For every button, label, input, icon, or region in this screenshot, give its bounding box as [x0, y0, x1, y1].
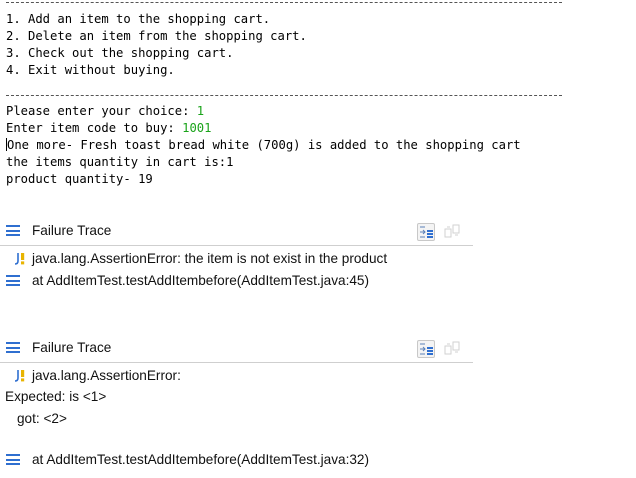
filter-stack-trace-button[interactable] — [417, 223, 435, 241]
failure-trace-title: Failure Trace — [32, 223, 112, 238]
hamburger-stack-icon — [6, 454, 20, 465]
hamburger-stack-icon — [6, 225, 20, 236]
choice-prompt: Please enter your choice: — [6, 104, 197, 118]
trace-frame: at AddItemTest.testAddItembefore(AddItem… — [32, 273, 369, 288]
trace-got: got: <2> — [17, 411, 67, 426]
separator-line — [6, 95, 562, 96]
hamburger-stack-icon — [6, 342, 20, 353]
choice-input: 1 — [196, 104, 205, 118]
compare-result-button[interactable] — [444, 340, 462, 358]
trace-error-row[interactable]: java.lang.AssertionError: the item is no… — [0, 249, 636, 269]
menu-option-3: 3. Check out the shopping cart. — [6, 46, 234, 60]
failure-trace-header: Failure Trace — [0, 221, 636, 241]
compare-result-button[interactable] — [444, 223, 462, 241]
choice-prompt-line: Please enter your choice: 1 — [6, 103, 204, 119]
separator-line — [6, 2, 562, 3]
trace-frame-row[interactable]: at AddItemTest.testAddItembefore(AddItem… — [0, 271, 636, 291]
trace-expected-row: Expected: is <1> — [0, 387, 636, 407]
failure-trace-title: Failure Trace — [32, 340, 112, 355]
menu-option-2: 2. Delete an item from the shopping cart… — [6, 29, 307, 43]
cart-quantity-line: the items quantity in cart is:1 — [6, 155, 234, 169]
compare-result-icon — [444, 341, 460, 355]
added-message-line: One more- Fresh toast bread white (700g)… — [6, 137, 521, 153]
failure-trace-header: Failure Trace — [0, 338, 636, 358]
added-message: One more- Fresh toast bread white (700g)… — [7, 138, 521, 152]
hamburger-stack-icon — [6, 275, 20, 286]
filter-stack-trace-icon — [420, 226, 433, 238]
code-prompt: Enter item code to buy: — [6, 121, 183, 135]
trace-expected: Expected: is <1> — [5, 389, 107, 404]
filter-stack-trace-button[interactable] — [417, 340, 435, 358]
trace-error-row[interactable]: java.lang.AssertionError: — [0, 366, 636, 386]
code-input: 1001 — [182, 121, 212, 135]
trace-got-row: got: <2> — [0, 409, 636, 429]
menu-option-1: 1. Add an item to the shopping cart. — [6, 12, 271, 26]
header-divider — [0, 362, 473, 363]
junit-error-icon — [14, 253, 25, 265]
trace-error-message: java.lang.AssertionError: the item is no… — [32, 251, 388, 266]
trace-frame-row[interactable]: at AddItemTest.testAddItembefore(AddItem… — [0, 450, 636, 470]
trace-error-message: java.lang.AssertionError: — [32, 368, 181, 383]
menu-option-4: 4. Exit without buying. — [6, 63, 175, 77]
trace-frame: at AddItemTest.testAddItembefore(AddItem… — [32, 452, 369, 467]
junit-error-icon — [14, 370, 25, 382]
filter-stack-trace-icon — [420, 343, 433, 355]
code-prompt-line: Enter item code to buy: 1001 — [6, 120, 211, 136]
header-divider — [0, 245, 473, 246]
console-output: 1. Add an item to the shopping cart. 2. … — [0, 0, 636, 210]
product-quantity-line: product quantity- 19 — [6, 172, 153, 186]
compare-result-icon — [444, 224, 460, 238]
